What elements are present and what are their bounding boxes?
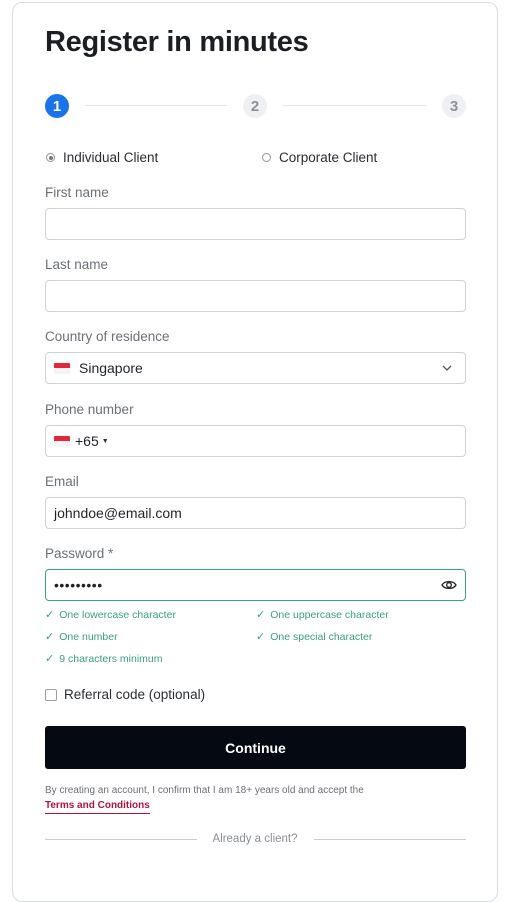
individual-client-option[interactable]: Individual Client <box>46 150 158 165</box>
chevron-down-icon <box>442 365 452 371</box>
page-title: Register in minutes <box>45 26 309 58</box>
step-connector <box>283 105 426 106</box>
caret-down-icon: ▼ <box>101 437 109 445</box>
individual-client-label: Individual Client <box>63 150 159 165</box>
referral-checkbox[interactable] <box>45 689 57 701</box>
password-label: Password * <box>45 546 114 561</box>
rule-text: One special character <box>270 630 373 643</box>
referral-label[interactable]: Referral code (optional) <box>64 687 205 702</box>
email-field[interactable]: johndoe@email.com <box>45 497 466 529</box>
individual-client-radio[interactable] <box>46 153 55 162</box>
checkmark-icon: ✓ <box>45 609 55 621</box>
rule-text: One uppercase character <box>270 608 389 621</box>
terms-link[interactable]: Terms and Conditions <box>45 800 150 814</box>
continue-button[interactable]: Continue <box>45 726 466 769</box>
checkmark-icon: ✓ <box>256 631 266 643</box>
corporate-client-label: Corporate Client <box>279 150 378 165</box>
corporate-client-radio[interactable] <box>262 153 271 162</box>
password-rule-special: ✓ One special character <box>256 630 373 644</box>
checkmark-icon: ✓ <box>256 609 266 621</box>
divider-right <box>314 839 466 840</box>
email-label: Email <box>45 474 79 489</box>
country-label: Country of residence <box>45 329 170 344</box>
step-2-indicator: 2 <box>243 94 267 118</box>
checkmark-icon: ✓ <box>45 631 55 643</box>
step-1-indicator: 1 <box>45 94 69 118</box>
rule-text: One number <box>59 630 118 643</box>
password-rule-lowercase: ✓ One lowercase character <box>45 608 176 622</box>
corporate-client-option[interactable]: Corporate Client <box>262 150 377 165</box>
country-select[interactable]: Singapore <box>45 352 466 384</box>
eye-icon[interactable] <box>441 578 457 592</box>
email-value: johndoe@email.com <box>54 505 182 521</box>
first-name-field[interactable] <box>45 208 466 240</box>
password-field[interactable]: ••••••••• <box>45 569 466 601</box>
phone-country-code-selector[interactable]: +65 ▼ <box>54 433 109 449</box>
checkmark-icon: ✓ <box>45 653 55 665</box>
phone-code-value: +65 <box>75 433 99 449</box>
phone-field[interactable]: +65 ▼ <box>45 425 466 457</box>
password-rule-number: ✓ One number <box>45 630 118 644</box>
password-rule-length: ✓ 9 characters minimum <box>45 652 163 666</box>
first-name-label: First name <box>45 185 109 200</box>
singapore-flag-icon <box>54 435 70 447</box>
singapore-flag-icon <box>54 362 70 374</box>
password-rule-uppercase: ✓ One uppercase character <box>256 608 389 622</box>
age-disclaimer: By creating an account, I confirm that I… <box>45 785 364 796</box>
rule-text: One lowercase character <box>59 608 176 621</box>
last-name-label: Last name <box>45 257 109 272</box>
step-connector <box>85 105 227 106</box>
step-3-indicator: 3 <box>442 94 466 118</box>
password-value: ••••••••• <box>54 577 103 593</box>
rule-text: 9 characters minimum <box>59 652 163 665</box>
last-name-field[interactable] <box>45 280 466 312</box>
country-value: Singapore <box>79 360 143 376</box>
phone-label: Phone number <box>45 402 134 417</box>
